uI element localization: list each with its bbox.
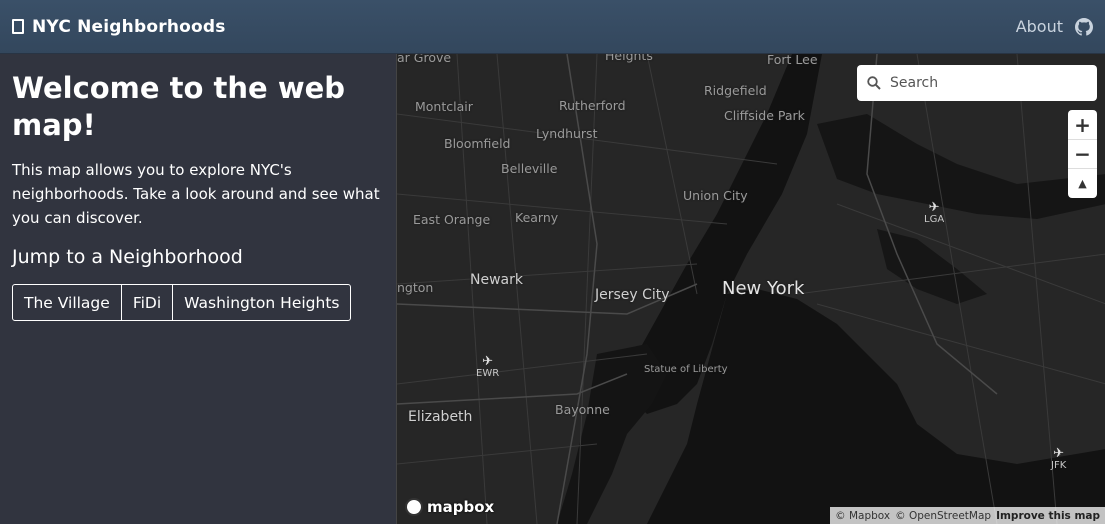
place-label: ngton (397, 280, 434, 295)
osm-attribution-link[interactable]: © OpenStreetMap (895, 510, 991, 522)
intro-text: This map allows you to explore NYC's nei… (12, 161, 380, 227)
place-label: Elizabeth (408, 409, 473, 425)
the-village-button[interactable]: The Village (13, 285, 121, 320)
mapbox-logo[interactable]: mapbox (405, 498, 494, 516)
place-label: Union City (683, 188, 748, 203)
place-label: Ridgefield (704, 83, 767, 98)
about-link[interactable]: About (1016, 17, 1063, 36)
place-label: ar Grove (397, 54, 452, 65)
place-label: Rutherford (559, 98, 626, 113)
place-label: Fort Lee (767, 54, 818, 67)
search-icon (867, 76, 881, 90)
place-label: Heights (605, 54, 653, 63)
map-icon (12, 19, 24, 34)
mapbox-attribution-link[interactable]: © Mapbox (835, 510, 890, 522)
washington-heights-button[interactable]: Washington Heights (172, 285, 350, 320)
search-input[interactable] (890, 75, 1070, 91)
airplane-icon: ✈ (482, 354, 494, 369)
place-label: Lyndhurst (536, 126, 598, 141)
app-title: NYC Neighborhoods (32, 16, 226, 37)
geocoder-search[interactable] (857, 65, 1097, 101)
fidi-button[interactable]: FiDi (120, 285, 172, 320)
improve-map-link[interactable]: Improve this map (996, 510, 1100, 522)
place-label: Jersey City (595, 287, 670, 303)
place-label: Belleville (501, 161, 558, 176)
navbar: NYC Neighborhoods About (0, 0, 1105, 54)
neighborhood-button-group: The Village FiDi Washington Heights (12, 284, 352, 321)
place-label: Bayonne (555, 402, 610, 417)
airplane-icon: ✈ (928, 200, 940, 215)
compass-icon: ▲ (1078, 176, 1087, 190)
airplane-icon: ✈ (1053, 446, 1065, 461)
navigation-control: + − ▲ (1068, 110, 1097, 198)
map-canvas[interactable]: ar Grove Heights Fort Lee Montclair Ruth… (396, 54, 1105, 524)
zoom-out-button[interactable]: − (1068, 139, 1097, 168)
airport-marker: ✈ EWR (476, 354, 500, 379)
github-icon[interactable] (1075, 17, 1093, 36)
place-label: New York (722, 278, 805, 299)
jump-heading: Jump to a Neighborhood (12, 246, 243, 268)
sidebar: Welcome to the web map! This map allows … (0, 54, 396, 524)
nav-links: About (1016, 17, 1093, 36)
place-label: Newark (470, 272, 523, 288)
place-label: Cliffside Park (724, 108, 805, 123)
place-label: Montclair (415, 99, 473, 114)
airport-marker: ✈ LGA (924, 200, 945, 225)
place-label: Bloomfield (444, 136, 511, 151)
mapbox-logo-icon (405, 498, 423, 516)
compass-button[interactable]: ▲ (1068, 168, 1097, 197)
place-label: Statue of Liberty (644, 364, 728, 375)
welcome-heading: Welcome to the web map! (12, 71, 346, 142)
place-label: East Orange (413, 212, 491, 227)
zoom-in-button[interactable]: + (1068, 110, 1097, 139)
attribution-bar: © Mapbox © OpenStreetMap Improve this ma… (830, 507, 1105, 524)
place-label: Kearny (515, 210, 559, 225)
brand[interactable]: NYC Neighborhoods (12, 17, 226, 37)
airport-marker: ✈ JFK (1051, 446, 1067, 471)
